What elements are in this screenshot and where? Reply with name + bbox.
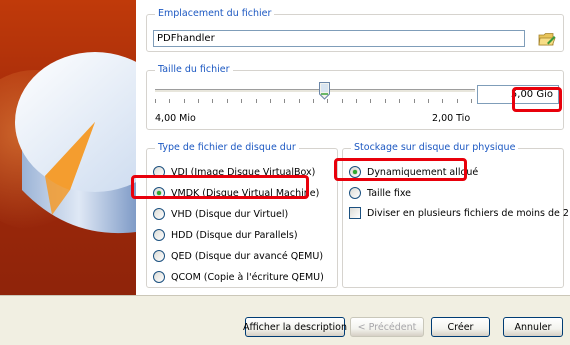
- wizard-side-image: [0, 0, 136, 295]
- slider-tick: [399, 99, 400, 103]
- slider-tick: [299, 99, 300, 103]
- slider-tick: [256, 99, 257, 103]
- slider-tick: [385, 99, 386, 103]
- slider-tick: [227, 99, 228, 103]
- radio-vdi[interactable]: VDI (Image Disque VirtualBox): [153, 166, 315, 178]
- radio-qcow[interactable]: QCOM (Copie à l'écriture QEMU): [153, 271, 324, 283]
- size-slider-track[interactable]: [155, 89, 475, 93]
- size-input[interactable]: 5,00 Gio: [477, 85, 559, 104]
- slider-tick: [442, 99, 443, 103]
- disk-illustration-icon: [15, 52, 136, 234]
- slider-tick: [414, 99, 415, 103]
- slider-tick: [428, 99, 429, 103]
- wizard-footer: Afficher la description < Précédent Crée…: [0, 295, 570, 345]
- slider-tick: [457, 99, 458, 103]
- radio-hdd-label: HDD (Disque dur Parallels): [171, 229, 298, 241]
- slider-tick: [212, 99, 213, 103]
- slider-tick: [471, 99, 472, 103]
- slider-tick: [241, 99, 242, 103]
- storage-group: Stockage sur disque dur physique Dynamiq…: [342, 142, 570, 288]
- slider-tick: [198, 99, 199, 103]
- split-files-checkbox[interactable]: Diviser en plusieurs fichiers de moins d…: [349, 207, 570, 219]
- radio-indicator[interactable]: [153, 187, 165, 199]
- previous-button[interactable]: < Précédent: [350, 317, 424, 337]
- radio-indicator[interactable]: [153, 166, 165, 178]
- radio-hdd[interactable]: HDD (Disque dur Parallels): [153, 229, 298, 241]
- storage-title: Stockage sur disque dur physique: [351, 142, 519, 154]
- cancel-button[interactable]: Annuler: [503, 317, 563, 337]
- radio-indicator[interactable]: [153, 208, 165, 220]
- slider-tick: [184, 99, 185, 103]
- size-slider-thumb[interactable]: [319, 82, 330, 100]
- radio-vhd[interactable]: VHD (Disque dur Virtuel): [153, 208, 288, 220]
- radio-vhd-label: VHD (Disque dur Virtuel): [171, 208, 289, 220]
- radio-vmdk[interactable]: VMDK (Disque Virtual Machine): [153, 187, 319, 199]
- slider-tick: [342, 99, 343, 103]
- radio-indicator[interactable]: [153, 229, 165, 241]
- checkbox-indicator[interactable]: [349, 207, 361, 219]
- disk-type-title: Type de fichier de disque dur: [155, 142, 299, 154]
- file-size-title: Taille du fichier: [155, 64, 233, 76]
- radio-vmdk-label: VMDK (Disque Virtual Machine): [171, 187, 320, 199]
- show-description-button[interactable]: Afficher la description: [243, 317, 347, 337]
- slider-tick: [370, 99, 371, 103]
- folder-browse-icon[interactable]: [537, 30, 557, 48]
- file-location-group: Emplacement du fichier PDFhandler: [146, 8, 564, 52]
- wizard-content: Emplacement du fichier PDFhandler Taille…: [136, 0, 570, 295]
- file-size-group: Taille du fichier 4,00 Mio 2,00 Tio 5,00…: [146, 64, 564, 130]
- radio-qcow-label: QCOM (Copie à l'écriture QEMU): [171, 271, 324, 283]
- split-files-label: Diviser en plusieurs fichiers de moins d…: [367, 207, 570, 219]
- file-location-title: Emplacement du fichier: [155, 8, 275, 20]
- radio-fixed-label: Taille fixe: [367, 187, 411, 199]
- radio-indicator[interactable]: [153, 271, 165, 283]
- create-button[interactable]: Créer: [431, 317, 490, 337]
- min-size-label: 4,00 Mio: [155, 113, 196, 124]
- radio-vdi-label: VDI (Image Disque VirtualBox): [171, 166, 316, 178]
- radio-qed[interactable]: QED (Disque dur avancé QEMU): [153, 250, 323, 262]
- disk-type-group: Type de fichier de disque dur VDI (Image…: [146, 142, 338, 288]
- radio-dynamic[interactable]: Dynamiquement alloué: [349, 166, 478, 178]
- radio-indicator[interactable]: [349, 166, 361, 178]
- slider-tick: [284, 99, 285, 103]
- slider-tick: [169, 99, 170, 103]
- radio-dynamic-label: Dynamiquement alloué: [367, 166, 479, 178]
- radio-indicator[interactable]: [349, 187, 361, 199]
- radio-qed-label: QED (Disque dur avancé QEMU): [171, 250, 324, 262]
- slider-tick: [356, 99, 357, 103]
- radio-fixed[interactable]: Taille fixe: [349, 187, 411, 199]
- max-size-label: 2,00 Tio: [432, 113, 471, 124]
- slider-tick: [270, 99, 271, 103]
- file-location-input[interactable]: PDFhandler: [153, 30, 525, 47]
- slider-tick: [313, 99, 314, 103]
- slider-tick: [155, 99, 156, 103]
- slider-tick: [327, 99, 328, 103]
- radio-indicator[interactable]: [153, 250, 165, 262]
